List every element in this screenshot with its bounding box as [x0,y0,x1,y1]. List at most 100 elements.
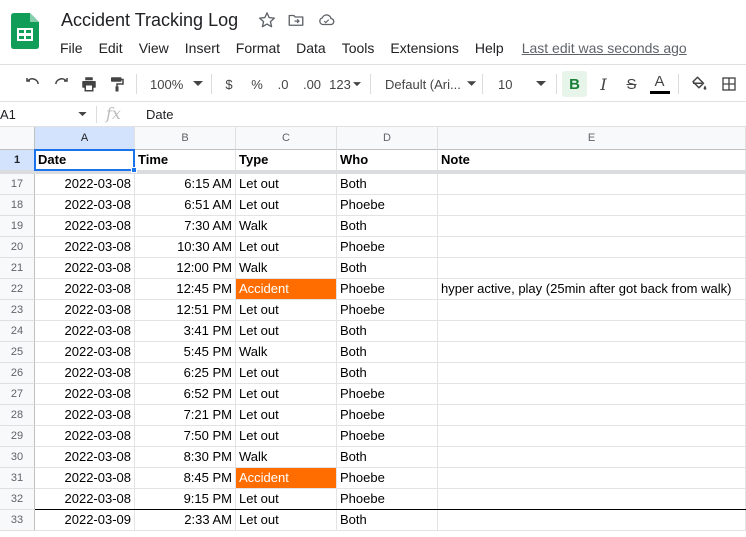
cell-date[interactable]: 2022-03-08 [35,489,135,510]
zoom-select[interactable]: 100% [146,71,204,97]
font-family-select[interactable]: Default (Ari... [380,71,476,97]
row-header[interactable]: 1 [0,150,35,171]
cell-who[interactable]: Phoebe [337,468,438,489]
cell-note[interactable] [438,300,746,321]
text-color-button[interactable]: A [647,71,672,97]
cell-time[interactable]: 6:52 PM [135,384,236,405]
column-header-c[interactable]: C [236,127,337,150]
cell-date[interactable]: 2022-03-09 [35,510,135,531]
cell-note[interactable] [438,174,746,195]
cell-note[interactable] [438,321,746,342]
cell-type[interactable]: Let out [236,237,337,258]
row-header[interactable]: 23 [0,300,35,321]
row-header[interactable]: 22 [0,279,35,300]
row-header[interactable]: 20 [0,237,35,258]
cell-time[interactable]: 5:45 PM [135,342,236,363]
move-folder-icon[interactable] [287,11,305,29]
cloud-saved-icon[interactable] [317,11,335,29]
currency-format-button[interactable]: $ [218,71,240,97]
cell-type[interactable]: Let out [236,510,337,531]
cell-time[interactable]: 12:00 PM [135,258,236,279]
row-header[interactable]: 26 [0,363,35,384]
cell-type[interactable]: Let out [236,174,337,195]
formula-input[interactable]: Date [146,102,173,127]
bold-button[interactable]: B [562,71,587,97]
cell-date[interactable]: 2022-03-08 [35,195,135,216]
cell-note[interactable]: hyper active, play (25min after got back… [438,279,746,300]
cell-note[interactable] [438,489,746,510]
cell-note[interactable] [438,216,746,237]
undo-icon[interactable] [20,71,46,97]
cell-note[interactable] [438,195,746,216]
cell-date[interactable]: 2022-03-08 [35,279,135,300]
cell-time[interactable]: 9:15 PM [135,489,236,510]
row-header[interactable]: 29 [0,426,35,447]
menu-extensions[interactable]: Extensions [382,39,466,57]
cell-time[interactable]: 7:50 PM [135,426,236,447]
header-cell-time[interactable]: Time [135,150,236,171]
cell-type[interactable]: Walk [236,216,337,237]
chevron-down-icon[interactable] [78,112,87,117]
cell-who[interactable]: Phoebe [337,300,438,321]
cell-date[interactable]: 2022-03-08 [35,468,135,489]
cell-who[interactable]: Phoebe [337,195,438,216]
cell-time[interactable]: 12:45 PM [135,279,236,300]
cell-type[interactable]: Accident [236,279,337,300]
cell-note[interactable] [438,447,746,468]
cell-note[interactable] [438,237,746,258]
selection-fill-handle[interactable] [131,167,137,173]
header-cell-type[interactable]: Type [236,150,337,171]
redo-icon[interactable] [48,71,74,97]
cell-time[interactable]: 6:51 AM [135,195,236,216]
menu-view[interactable]: View [131,39,177,57]
row-header[interactable]: 33 [0,510,35,531]
cell-type[interactable]: Let out [236,426,337,447]
borders-icon[interactable] [716,71,742,97]
row-header[interactable]: 18 [0,195,35,216]
cell-time[interactable]: 2:33 AM [135,510,236,531]
cell-note[interactable] [438,363,746,384]
cell-who[interactable]: Both [337,363,438,384]
cell-time[interactable]: 6:25 PM [135,363,236,384]
cell-note[interactable] [438,405,746,426]
menu-insert[interactable]: Insert [177,39,228,57]
font-size-select[interactable]: 10 [490,71,552,97]
cell-type[interactable]: Walk [236,258,337,279]
cell-who[interactable]: Phoebe [337,279,438,300]
header-cell-date[interactable]: Date [35,150,135,171]
row-header[interactable]: 17 [0,174,35,195]
cell-time[interactable]: 10:30 AM [135,237,236,258]
cell-time[interactable]: 7:30 AM [135,216,236,237]
cell-date[interactable]: 2022-03-08 [35,405,135,426]
cell-time[interactable]: 12:51 PM [135,300,236,321]
cell-who[interactable]: Both [337,510,438,531]
row-header[interactable]: 32 [0,489,35,510]
cell-who[interactable]: Both [337,258,438,279]
cell-date[interactable]: 2022-03-08 [35,342,135,363]
cell-date[interactable]: 2022-03-08 [35,321,135,342]
cell-type[interactable]: Let out [236,321,337,342]
cell-time[interactable]: 6:15 AM [135,174,236,195]
cell-who[interactable]: Both [337,321,438,342]
cell-type[interactable]: Let out [236,384,337,405]
cell-time[interactable]: 3:41 PM [135,321,236,342]
cell-date[interactable]: 2022-03-08 [35,174,135,195]
percent-format-button[interactable]: % [246,71,268,97]
cell-note[interactable] [438,384,746,405]
row-header[interactable]: 19 [0,216,35,237]
cell-who[interactable]: Phoebe [337,405,438,426]
cell-note[interactable] [438,510,746,531]
cell-date[interactable]: 2022-03-08 [35,426,135,447]
cell-who[interactable]: Phoebe [337,426,438,447]
cell-note[interactable] [438,342,746,363]
increase-decimal-button[interactable]: .00 [298,71,326,97]
cell-date[interactable]: 2022-03-08 [35,258,135,279]
cell-who[interactable]: Phoebe [337,489,438,510]
print-icon[interactable] [76,71,102,97]
cell-who[interactable]: Phoebe [337,237,438,258]
column-header-d[interactable]: D [337,127,438,150]
cell-date[interactable]: 2022-03-08 [35,237,135,258]
column-header-e[interactable]: E [438,127,746,150]
cell-who[interactable]: Both [337,447,438,468]
menu-file[interactable]: File [52,39,91,57]
